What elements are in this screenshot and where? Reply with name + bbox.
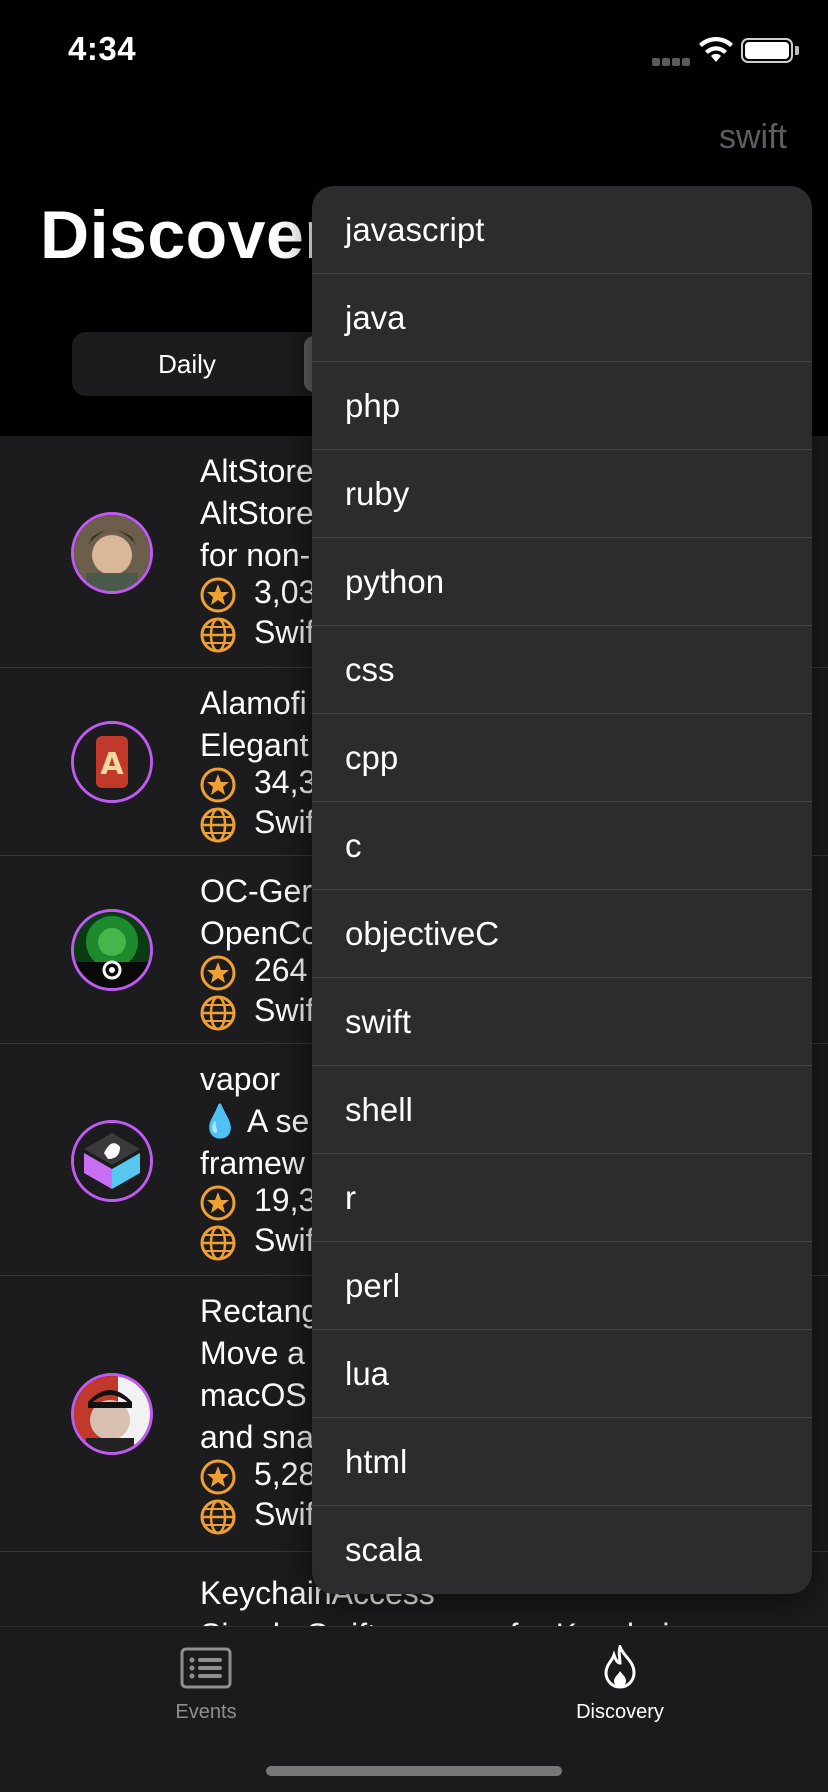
battery-icon — [741, 38, 793, 63]
repo-description: OpenCo — [200, 915, 320, 951]
repo-stars: 3,03 — [200, 574, 316, 613]
repo-name: OC-Ger — [200, 873, 312, 909]
dropdown-item-css[interactable]: css — [312, 626, 812, 714]
dropdown-item-ruby[interactable]: ruby — [312, 450, 812, 538]
repo-description: Simple Swift wrapper for Keychain — [200, 1614, 687, 1626]
dropdown-item-scala[interactable]: scala — [312, 1506, 812, 1594]
dropdown-item-c[interactable]: c — [312, 802, 812, 890]
repo-language: Swift — [200, 1222, 323, 1261]
stars-count: 264 — [254, 952, 308, 988]
dropdown-item-shell[interactable]: shell — [312, 1066, 812, 1154]
stars-count: 34,3 — [254, 764, 317, 800]
repo-description: for non- — [200, 537, 311, 573]
segment-daily[interactable]: Daily — [72, 332, 302, 396]
repo-language: Swift — [200, 1496, 323, 1535]
repo-language: Swift — [200, 992, 323, 1031]
language-dropdown-menu[interactable]: javascript java php ruby python css cpp c object… — [312, 186, 812, 1594]
dropdown-item-java[interactable]: java — [312, 274, 812, 362]
dropdown-item-r[interactable]: r — [312, 1154, 812, 1242]
repo-name: vapor — [200, 1061, 281, 1097]
star-icon — [200, 767, 236, 803]
star-icon — [200, 1185, 236, 1221]
repo-description: macOS — [200, 1377, 307, 1413]
stars-count: 19,3 — [254, 1182, 317, 1218]
globe-icon — [200, 617, 236, 653]
repo-description: 💧 A se — [200, 1103, 310, 1139]
avatar: A — [71, 721, 153, 803]
dropdown-item-php[interactable]: php — [312, 362, 812, 450]
language-select-button[interactable]: swift — [719, 118, 787, 157]
dropdown-item-swift[interactable]: swift — [312, 978, 812, 1066]
globe-icon — [200, 995, 236, 1031]
repo-description: Move a — [200, 1335, 305, 1371]
avatar — [71, 512, 153, 594]
stars-count: 5,28 — [254, 1456, 317, 1492]
globe-icon — [200, 1499, 236, 1535]
tab-discovery-label: Discovery — [576, 1701, 664, 1723]
svg-text:A: A — [100, 747, 124, 782]
repo-stars: 19,3 — [200, 1182, 316, 1221]
screen: 4:34 swift Discover Daily AltStore AltSt… — [0, 0, 828, 1792]
repo-description: AltStore — [200, 495, 314, 531]
globe-icon — [200, 1225, 236, 1261]
repo-stars: 264 — [200, 952, 307, 991]
dropdown-item-html[interactable]: html — [312, 1418, 812, 1506]
repo-name: Alamofi — [200, 685, 307, 721]
star-icon — [200, 577, 236, 613]
repo-stars: 34,3 — [200, 764, 316, 803]
repo-description: framew — [200, 1145, 305, 1181]
flame-icon — [604, 1645, 636, 1689]
wifi-icon — [699, 36, 733, 62]
dropdown-item-objectivec[interactable]: objectiveC — [312, 890, 812, 978]
tab-events-label: Events — [175, 1701, 237, 1723]
dropdown-item-javascript[interactable]: javascript — [312, 186, 812, 274]
avatar — [71, 909, 153, 991]
status-time: 4:34 — [68, 30, 137, 67]
dropdown-item-perl[interactable]: perl — [312, 1242, 812, 1330]
globe-icon — [200, 807, 236, 843]
repo-name: Rectang — [200, 1293, 320, 1329]
star-icon — [200, 1459, 236, 1495]
status-bar: 4:34 — [0, 0, 828, 100]
page-title: Discover — [40, 197, 332, 273]
dropdown-item-lua[interactable]: lua — [312, 1330, 812, 1418]
tab-events[interactable]: Events — [106, 1645, 306, 1724]
stars-count: 3,03 — [254, 574, 317, 610]
repo-description: Elegant — [200, 727, 309, 763]
cellular-signal-icon — [652, 53, 692, 71]
list-icon — [180, 1647, 232, 1689]
home-indicator — [266, 1766, 562, 1776]
tab-discovery[interactable]: Discovery — [520, 1645, 720, 1724]
avatar — [71, 1373, 153, 1455]
dropdown-item-python[interactable]: python — [312, 538, 812, 626]
battery-cap — [795, 46, 799, 55]
repo-language: Swift — [200, 614, 323, 653]
avatar — [71, 1120, 153, 1202]
repo-stars: 5,28 — [200, 1456, 316, 1495]
repo-language: Swift — [200, 804, 323, 843]
star-icon — [200, 955, 236, 991]
dropdown-item-cpp[interactable]: cpp — [312, 714, 812, 802]
repo-description: and sna — [200, 1419, 314, 1455]
repo-name: AltStore — [200, 453, 314, 489]
